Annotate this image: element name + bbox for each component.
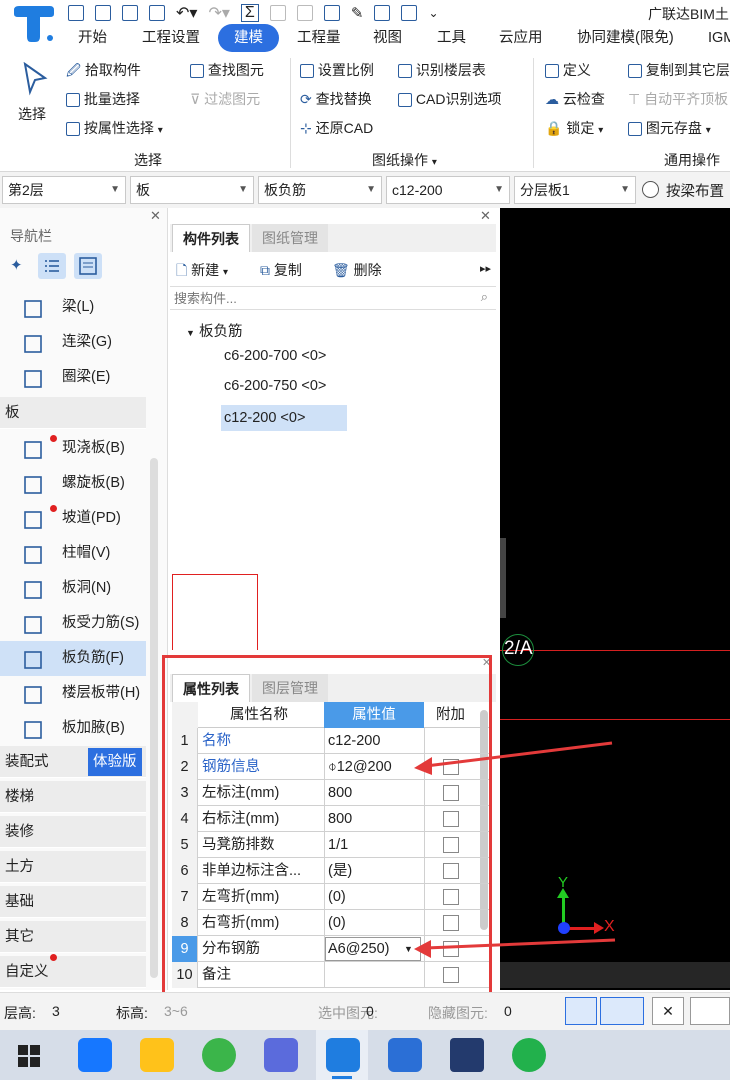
floor-height-label: 层高: (4, 1005, 36, 1021)
selected-value: 0 (366, 1003, 374, 1019)
active-indicator (332, 1076, 352, 1079)
hidden-value: 0 (504, 1003, 512, 1019)
angle-toggle-icon[interactable] (690, 997, 730, 1025)
app-wechat-icon[interactable] (512, 1038, 546, 1072)
app-yellow-cloud-icon[interactable] (140, 1038, 174, 1072)
floor-height-value: 3 (52, 1003, 60, 1019)
elevation-value: 3~6 (164, 1003, 188, 1019)
snap-toggle-icon[interactable] (600, 997, 644, 1025)
app-cad-icon[interactable] (450, 1038, 484, 1072)
cross-toggle-icon[interactable]: ✕ (652, 997, 684, 1025)
annotation-arrows (414, 741, 616, 958)
status-bar: 层高: 3 标高: 3~6 选中图元: 0 隐藏图元: 0 ✕ (0, 992, 730, 1030)
app-glodon-t-icon[interactable] (326, 1038, 360, 1072)
windows-start-icon[interactable] (18, 1045, 40, 1067)
app-green-refresh-icon[interactable] (202, 1038, 236, 1072)
hidden-label: 隐藏图元: (428, 1005, 488, 1021)
app-doc-icon[interactable] (388, 1038, 422, 1072)
arrow-head (414, 757, 432, 775)
app-purple-a-icon[interactable] (264, 1038, 298, 1072)
arrow-head (414, 940, 431, 958)
elevation-label: 标高: (116, 1005, 148, 1021)
app-blue-mountain-icon[interactable] (78, 1038, 112, 1072)
os-taskbar (0, 1030, 730, 1080)
ortho-toggle-icon[interactable] (565, 997, 597, 1025)
